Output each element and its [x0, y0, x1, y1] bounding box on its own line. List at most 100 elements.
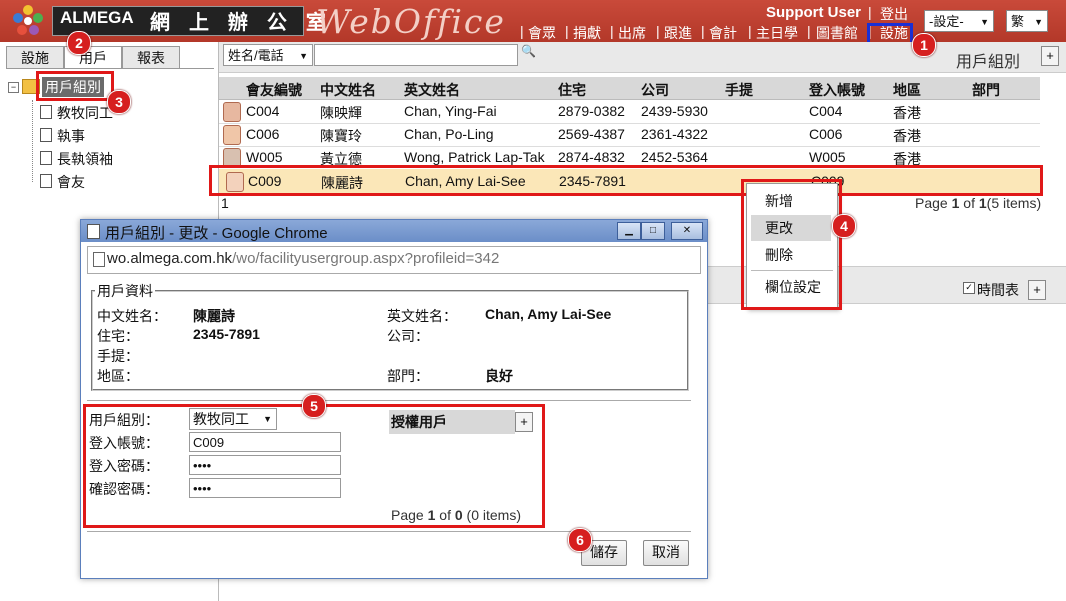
- url-host: wo.almega.com.hk: [107, 250, 233, 267]
- pager-items: (5 items): [986, 195, 1042, 211]
- column-header-member-id[interactable]: 會友編號: [246, 80, 302, 100]
- current-user: Support User: [766, 4, 862, 21]
- schedule-checkbox[interactable]: ✓: [963, 282, 975, 294]
- callout-box-form: [83, 404, 545, 528]
- callout-box-user-groups: [36, 71, 114, 101]
- chevron-down-icon: ▼: [1034, 17, 1043, 27]
- column-header-login[interactable]: 登入帳號: [809, 80, 865, 100]
- edit-dialog: 用戶組別 - 更改 - Google Chrome ▁ □ ✕ wo.almeg…: [80, 219, 708, 579]
- url-path: /wo/facilityusergroup.aspx?profileid=342: [232, 250, 500, 267]
- callout-badge: 4: [832, 214, 856, 238]
- cell-home: 2874-4832: [558, 149, 625, 165]
- column-header-region[interactable]: 地區: [893, 80, 921, 100]
- tree-collapse-icon[interactable]: −: [8, 82, 19, 93]
- schedule-label: 時間表: [977, 282, 1019, 298]
- document-icon: [40, 151, 52, 165]
- schedule-add-button[interactable]: +: [1028, 280, 1046, 300]
- document-icon: [40, 105, 52, 119]
- office-label: 公司：: [387, 328, 429, 344]
- callout-badge: 2: [67, 31, 91, 55]
- search-input[interactable]: [314, 44, 518, 66]
- cell-office: 2452-5364: [641, 149, 708, 165]
- dept-label: 部門：: [387, 368, 429, 384]
- tree-item-label: 執事: [57, 128, 85, 144]
- cell-en-name: Chan, Ying-Fai: [404, 103, 497, 119]
- tab-facilities[interactable]: 設施: [6, 46, 64, 69]
- cell-login: W005: [809, 149, 846, 165]
- nav-separator: |: [807, 23, 811, 39]
- pager-current: 1: [951, 195, 960, 211]
- nav-item-offering[interactable]: 捐獻: [573, 23, 601, 43]
- cell-region: 香港: [893, 105, 921, 121]
- url-text: wo.almega.com.hk/wo/facilityusergroup.as…: [107, 250, 499, 267]
- pager-label: Page: [915, 195, 948, 211]
- minimize-icon[interactable]: ▁: [617, 222, 641, 240]
- maximize-icon[interactable]: □: [641, 222, 665, 240]
- logout-link[interactable]: 登出: [880, 4, 908, 24]
- region-label: 地區：: [97, 368, 139, 384]
- en-name-label: 英文姓名：: [387, 308, 457, 324]
- column-header-cn-name[interactable]: 中文姓名: [320, 80, 376, 100]
- nav-separator: |: [701, 23, 705, 39]
- column-header-home[interactable]: 住宅: [558, 80, 586, 100]
- tab-divider: [6, 68, 214, 69]
- language-select-value: 繁: [1011, 14, 1025, 29]
- tree-item-pastoral-staff[interactable]: 教牧同工: [40, 103, 113, 123]
- callout-badge: 6: [568, 528, 592, 552]
- add-button[interactable]: +: [1041, 46, 1059, 66]
- chevron-down-icon: ▼: [299, 51, 308, 61]
- fieldset-legend: 用戶資料: [95, 281, 155, 301]
- cn-name-label: 中文姓名：: [97, 308, 167, 324]
- callout-box-selected-row: [209, 165, 1043, 196]
- nav-item-attendance[interactable]: 出席: [618, 23, 646, 43]
- cell-member-id: W005: [246, 149, 283, 165]
- settings-select[interactable]: -設定- ▼: [924, 10, 994, 32]
- settings-select-value: -設定-: [929, 14, 964, 29]
- nav-item-accounting[interactable]: 會計: [709, 23, 737, 43]
- tree-item-leaders[interactable]: 長執領袖: [40, 149, 113, 169]
- nav-separator: |: [565, 23, 569, 39]
- nav-item-followup[interactable]: 跟進: [664, 23, 692, 43]
- dept-value: 良好: [485, 368, 513, 384]
- page-number[interactable]: 1: [221, 195, 229, 211]
- column-header-department[interactable]: 部門: [972, 80, 1000, 100]
- page-icon: [87, 224, 100, 239]
- tab-reports[interactable]: 報表: [122, 46, 180, 69]
- cell-office: 2361-4322: [641, 126, 708, 142]
- nav-separator: |: [748, 23, 752, 39]
- dialog-title: 用戶組別 - 更改 - Google Chrome: [105, 225, 328, 242]
- cancel-button[interactable]: 取消: [643, 540, 689, 566]
- grid-title: 用戶組別: [956, 54, 1021, 71]
- column-header-office[interactable]: 公司: [641, 80, 669, 100]
- nav-item-members[interactable]: 會眾: [528, 23, 556, 43]
- grid-pager: Page 1 of 1(5 items): [915, 195, 1041, 211]
- column-header-mobile[interactable]: 手提: [725, 80, 753, 100]
- callout-badge: 1: [912, 33, 936, 57]
- tree-item-label: 教牧同工: [57, 105, 113, 121]
- document-icon: [93, 252, 105, 267]
- language-select[interactable]: 繁 ▼: [1006, 10, 1048, 32]
- cell-office: 2439-5930: [641, 103, 708, 119]
- mobile-label: 手提：: [97, 348, 139, 364]
- cell-login: C006: [809, 126, 843, 142]
- cell-en-name: Chan, Po-Ling: [404, 126, 494, 142]
- header-separator: |: [868, 4, 872, 20]
- tree-item-label: 會友: [57, 174, 85, 190]
- en-name-value: Chan, Amy Lai-See: [485, 306, 612, 322]
- search-icon[interactable]: 🔍: [521, 44, 536, 58]
- cell-en-name: Wong, Patrick Lap-Tak: [404, 149, 545, 165]
- tree-item-members[interactable]: 會友: [40, 172, 85, 192]
- home-value: 2345-7891: [193, 326, 260, 342]
- nav-item-sunday-school[interactable]: 主日學: [756, 23, 798, 43]
- callout-badge: 3: [107, 90, 131, 114]
- nav-separator: |: [520, 23, 524, 39]
- almega-logo-icon: [10, 4, 46, 38]
- close-icon[interactable]: ✕: [671, 222, 703, 240]
- avatar: [223, 102, 241, 122]
- cell-member-id: C006: [246, 126, 280, 142]
- nav-item-library[interactable]: 圖書館: [816, 23, 858, 43]
- column-header-en-name[interactable]: 英文姓名: [404, 80, 460, 100]
- tree-item-deacons[interactable]: 執事: [40, 126, 85, 146]
- cell-member-id: C004: [246, 103, 280, 119]
- filter-field-select[interactable]: 姓名/電話 ▼: [223, 44, 313, 66]
